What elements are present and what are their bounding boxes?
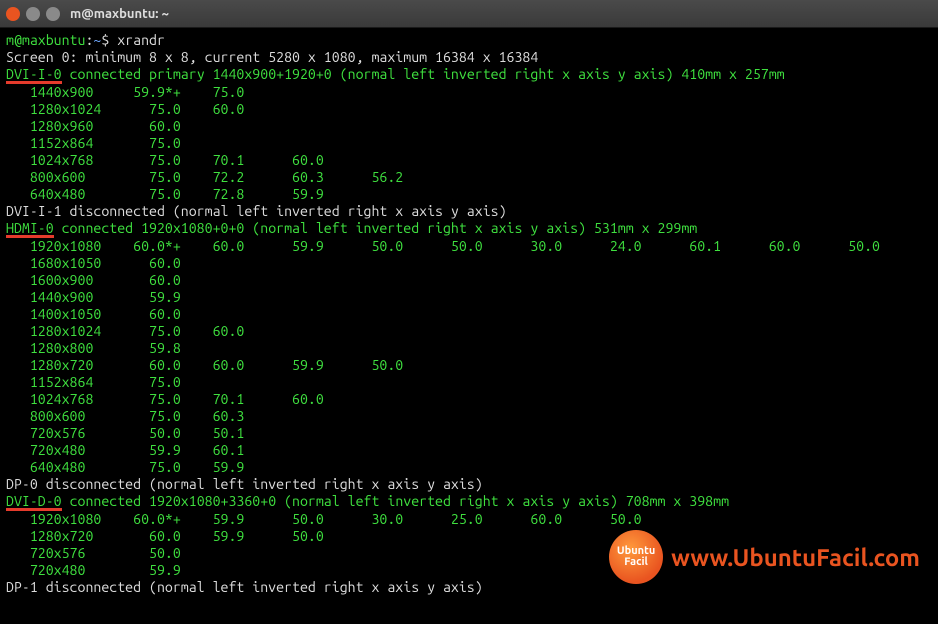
mode-line: 1680x1050 60.0 xyxy=(6,255,213,271)
mode-line: 1920x1080 60.0*+ 59.9 50.0 30.0 25.0 60.… xyxy=(6,511,689,527)
mode-line: 1440x900 59.9 xyxy=(6,289,213,305)
window-titlebar: m@maxbuntu: ~ xyxy=(0,0,938,28)
mode-line: 1280x720 60.0 59.9 50.0 xyxy=(6,528,371,544)
mode-line: 1280x800 59.8 xyxy=(6,340,213,356)
mode-line: 1280x960 60.0 xyxy=(6,118,213,134)
screen-info: Screen 0: minimum 8 x 8, current 5280 x … xyxy=(6,49,538,65)
command-text: xrandr xyxy=(117,32,165,48)
mode-line: 1600x900 60.0 xyxy=(6,272,213,288)
close-icon[interactable] xyxy=(6,7,20,21)
watermark-url: www.UbuntuFacil.com xyxy=(671,549,920,566)
mode-line: 1024x768 75.0 70.1 60.0 xyxy=(6,391,371,407)
mode-line: 1152x864 75.0 xyxy=(6,135,213,151)
window-controls xyxy=(6,7,60,21)
mode-line: 1400x1050 60.0 xyxy=(6,306,213,322)
mode-line: 1920x1080 60.0*+ 60.0 59.9 50.0 50.0 30.… xyxy=(6,238,928,254)
mode-line: 1280x720 60.0 60.0 59.9 50.0 xyxy=(6,357,451,373)
output-disconnected: DP-1 disconnected (normal left inverted … xyxy=(6,579,483,595)
watermark: Ubuntu Facil www.UbuntuFacil.com xyxy=(609,530,920,584)
output-connected: DVI-I-0 connected primary 1440x900+1920+… xyxy=(6,66,785,82)
mode-line: 1024x768 75.0 70.1 60.0 xyxy=(6,152,371,168)
mode-line: 1280x1024 75.0 60.0 xyxy=(6,101,292,117)
mode-line: 1152x864 75.0 xyxy=(6,374,213,390)
mode-line: 640x480 75.0 59.9 xyxy=(6,459,292,475)
mode-line: 720x480 59.9 xyxy=(6,562,213,578)
prompt-user: m@maxbuntu xyxy=(6,32,85,48)
mode-line: 720x480 59.9 60.1 xyxy=(6,442,292,458)
minimize-icon[interactable] xyxy=(26,7,40,21)
mode-line: 720x576 50.0 xyxy=(6,545,213,561)
output-disconnected: DVI-I-1 disconnected (normal left invert… xyxy=(6,203,507,219)
mode-line: 720x576 50.0 50.1 xyxy=(6,425,292,441)
mode-line: 800x600 75.0 72.2 60.3 56.2 xyxy=(6,169,451,185)
ubuntu-logo-icon: Ubuntu Facil xyxy=(609,530,663,584)
mode-line: 800x600 75.0 60.3 xyxy=(6,408,292,424)
window-title: m@maxbuntu: ~ xyxy=(70,7,169,21)
output-connected: DVI-D-0 connected 1920x1080+3360+0 (norm… xyxy=(6,493,729,509)
mode-line: 1280x1024 75.0 60.0 xyxy=(6,323,292,339)
terminal-output[interactable]: m@maxbuntu:~$ xrandr Screen 0: minimum 8… xyxy=(0,28,938,624)
output-disconnected: DP-0 disconnected (normal left inverted … xyxy=(6,476,483,492)
mode-line: 1440x900 59.9*+ 75.0 xyxy=(6,84,292,100)
output-connected: HDMI-0 connected 1920x1080+0+0 (normal l… xyxy=(6,220,697,236)
maximize-icon[interactable] xyxy=(46,7,60,21)
mode-line: 640x480 75.0 72.8 59.9 xyxy=(6,186,371,202)
